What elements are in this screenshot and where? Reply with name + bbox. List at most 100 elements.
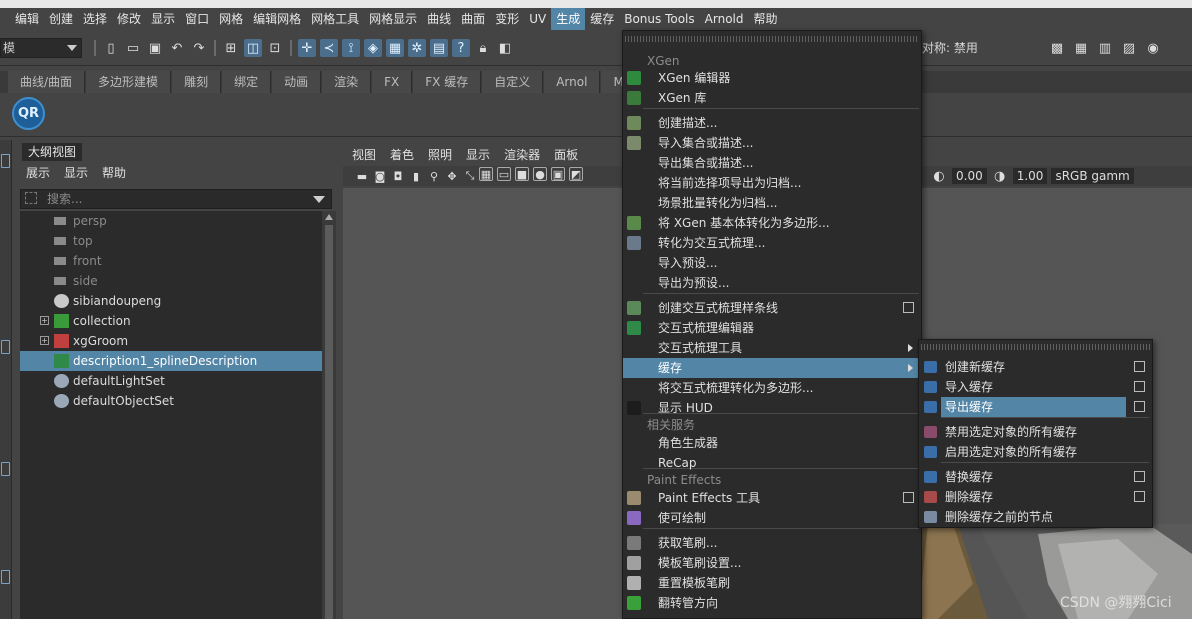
- viewport-menu-item[interactable]: 面板: [554, 145, 578, 165]
- menu-item[interactable]: 使可绘制: [623, 508, 921, 528]
- viewport-tool-icon[interactable]: ▮: [407, 167, 425, 185]
- help-question-icon[interactable]: ?: [452, 39, 470, 57]
- menu-item[interactable]: Bonus Tools: [619, 8, 699, 30]
- viewport-menu-item[interactable]: 显示: [466, 145, 490, 165]
- cache-menu-item[interactable]: 创建新缓存: [919, 357, 1152, 377]
- menu-item[interactable]: 将 XGen 基本体转化为多边形...: [623, 213, 921, 233]
- viewport-menu-item[interactable]: 照明: [428, 145, 452, 165]
- select-object-icon[interactable]: ◫: [244, 39, 262, 57]
- select-tool-icon[interactable]: [1, 154, 10, 168]
- viewport-tool-icon[interactable]: ▦: [479, 167, 493, 181]
- gamma-field[interactable]: 1.00: [1012, 168, 1048, 184]
- snap-point-icon[interactable]: ⟟: [342, 39, 360, 57]
- shelf-tab[interactable]: 动画: [272, 71, 322, 93]
- menu-item[interactable]: 选择: [78, 8, 112, 30]
- outliner-item[interactable]: persp: [20, 211, 322, 231]
- viewport-tool-icon[interactable]: ◙: [371, 167, 389, 185]
- menu-item[interactable]: 交互式梳理编辑器: [623, 318, 921, 338]
- menu-item[interactable]: ReCap: [623, 453, 921, 473]
- menu-item[interactable]: 将当前选择项导出为归档...: [623, 173, 921, 193]
- shelf-tab[interactable]: 曲线/曲面: [8, 71, 86, 93]
- viewport-tool-icon[interactable]: ■: [515, 167, 529, 181]
- menu-item[interactable]: 获取笔刷...: [623, 533, 921, 553]
- menu-item[interactable]: 导入集合或描述...: [623, 133, 921, 153]
- option-box-icon[interactable]: [1134, 361, 1145, 372]
- outliner-item[interactable]: description1_splineDescription: [20, 351, 322, 371]
- render-frame-icon[interactable]: ▦: [1072, 39, 1090, 57]
- cache-menu-item[interactable]: 替换缓存: [919, 467, 1152, 487]
- shelf-tab[interactable]: 多边形建模: [86, 71, 172, 93]
- menu-item[interactable]: 场景批量转化为归档...: [623, 193, 921, 213]
- quadremesh-button[interactable]: QR: [12, 97, 45, 130]
- menu-item[interactable]: UV: [524, 8, 551, 30]
- menu-item[interactable]: 显示 HUD: [623, 398, 921, 418]
- hypershade-icon[interactable]: ◉: [1144, 39, 1162, 57]
- render-view-icon[interactable]: ▨: [1120, 39, 1138, 57]
- shelf-tab[interactable]: 绑定: [222, 71, 272, 93]
- menu-item[interactable]: 创建: [44, 8, 78, 30]
- menu-item[interactable]: 创建描述...: [623, 113, 921, 133]
- select-component-icon[interactable]: ⊡: [266, 39, 284, 57]
- snap-view-icon[interactable]: ◈: [364, 39, 382, 57]
- shelf-tab[interactable]: 自定义: [482, 71, 544, 93]
- save-scene-icon[interactable]: ▣: [146, 39, 164, 57]
- viewport-menu-item[interactable]: 渲染器: [504, 145, 540, 165]
- outliner-item[interactable]: defaultLightSet: [20, 371, 322, 391]
- scroll-up-icon[interactable]: [325, 214, 333, 220]
- viewport-tool-icon[interactable]: ◩: [569, 167, 583, 181]
- snap-live-icon[interactable]: ✲: [408, 39, 426, 57]
- outliner-item[interactable]: + xgGroom: [20, 331, 322, 351]
- layout-icon[interactable]: [1, 570, 10, 584]
- menu-item[interactable]: 缓存: [585, 8, 619, 30]
- outliner-item[interactable]: + collection: [20, 311, 322, 331]
- submenu-item[interactable]: 交互式梳理工具: [623, 338, 921, 358]
- menu-item[interactable]: 帮助: [749, 8, 783, 30]
- chevron-down-icon[interactable]: [313, 196, 325, 203]
- viewport-tool-icon[interactable]: ●: [533, 167, 547, 181]
- menu-item[interactable]: 生成: [551, 8, 586, 30]
- menu-item[interactable]: 窗口: [180, 8, 214, 30]
- outliner-item[interactable]: defaultObjectSet: [20, 391, 322, 411]
- tear-off-handle[interactable]: [625, 36, 919, 42]
- viewport-tool-icon[interactable]: ✥: [443, 167, 461, 185]
- shelf-tab[interactable]: Arnol: [544, 71, 601, 93]
- option-box-icon[interactable]: [1134, 401, 1145, 412]
- menu-item[interactable]: 修改: [112, 8, 146, 30]
- viewport-tool-icon[interactable]: ◘: [389, 167, 407, 185]
- filter-icon[interactable]: [25, 192, 37, 204]
- cache-menu-item[interactable]: 导入缓存: [919, 377, 1152, 397]
- viewport-menu-item[interactable]: 视图: [352, 145, 376, 165]
- menu-item[interactable]: 导出为预设...: [623, 273, 921, 293]
- outliner-title[interactable]: 大纲视图: [22, 143, 83, 161]
- cache-menu-item[interactable]: 删除缓存之前的节点: [919, 507, 1152, 527]
- outliner-scrollbar[interactable]: [322, 211, 336, 619]
- viewport-tool-icon[interactable]: ⤡: [461, 167, 479, 185]
- outliner-item[interactable]: sibiandoupeng: [20, 291, 322, 311]
- cache-menu-item[interactable]: 禁用选定对象的所有缓存: [919, 422, 1152, 442]
- viewport-tool-icon[interactable]: ⚲: [425, 167, 443, 185]
- outliner-item[interactable]: front: [20, 251, 322, 271]
- outliner-item[interactable]: top: [20, 231, 322, 251]
- snap-grid-icon[interactable]: ✛: [298, 39, 316, 57]
- viewport-tool-icon[interactable]: ▬: [353, 167, 371, 185]
- menu-item[interactable]: 网格: [214, 8, 248, 30]
- outliner-search-input[interactable]: [47, 190, 307, 208]
- outliner-item[interactable]: side: [20, 271, 322, 291]
- menu-item[interactable]: Arnold: [700, 8, 749, 30]
- outliner-menu-item[interactable]: 帮助: [102, 163, 126, 183]
- option-box-icon[interactable]: [903, 302, 914, 313]
- cache-menu-item[interactable]: 导出缓存: [919, 397, 1152, 417]
- menu-item[interactable]: 转化为交互式梳理...: [623, 233, 921, 253]
- menu-item[interactable]: 网格工具: [306, 8, 364, 30]
- expand-plus-icon[interactable]: +: [40, 316, 49, 325]
- viewport-menu-item[interactable]: 着色: [390, 145, 414, 165]
- menu-set-selector[interactable]: 模: [0, 38, 82, 58]
- menu-item[interactable]: 编辑网格: [248, 8, 306, 30]
- menu-item[interactable]: 曲线: [422, 8, 456, 30]
- shelf-tab[interactable]: 渲染: [322, 71, 372, 93]
- option-box-icon[interactable]: [903, 492, 914, 503]
- snap-surface-icon[interactable]: ▦: [386, 39, 404, 57]
- render-settings-icon[interactable]: ▩: [1048, 39, 1066, 57]
- shelf-tab[interactable]: 雕刻: [172, 71, 222, 93]
- viewport-tool-icon[interactable]: ▭: [497, 167, 511, 181]
